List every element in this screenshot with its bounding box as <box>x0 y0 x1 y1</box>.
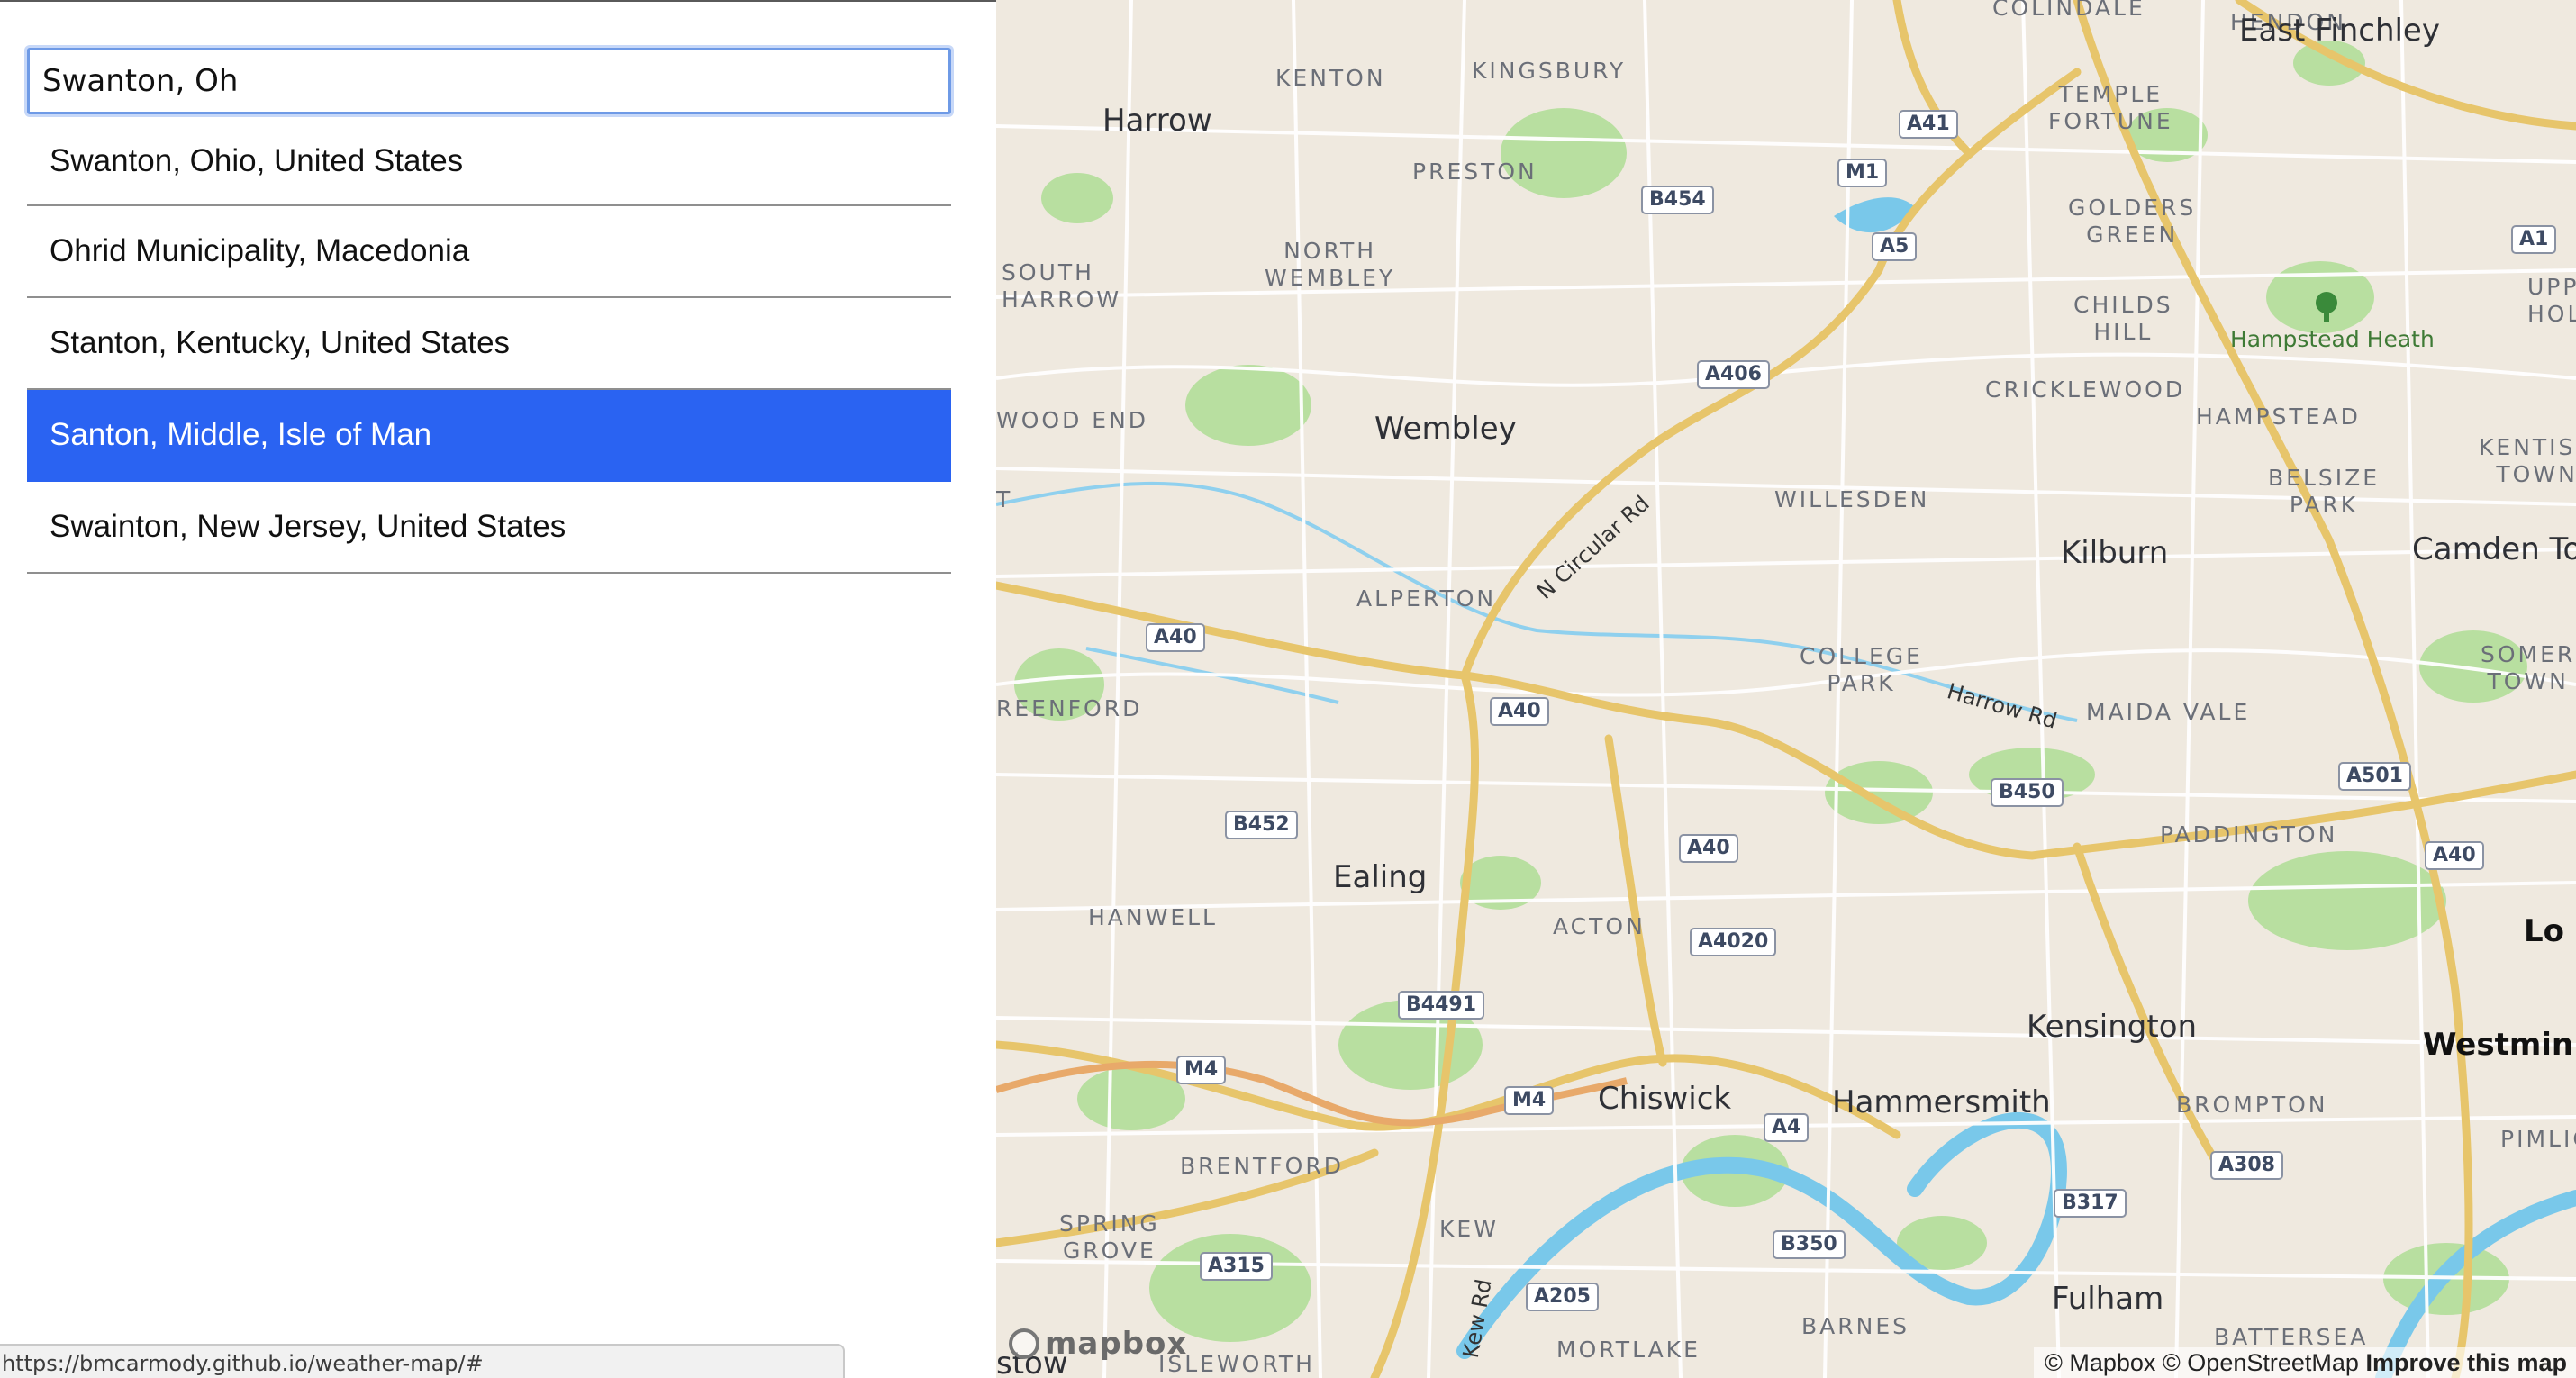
place-chiswick: Chiswick <box>1598 1081 1732 1117</box>
place-cricklewood: CRICKLEWOOD <box>1985 376 2186 403</box>
map-attribution: © Mapbox © OpenStreetMap Improve this ma… <box>2033 1347 2576 1378</box>
shield-a308: A308 <box>2210 1151 2283 1180</box>
place-hampstead-heath: Hampstead Heath <box>2230 326 2435 352</box>
shield-b452: B452 <box>1225 811 1298 839</box>
place-temple-fortune: TEMPLE FORTUNE <box>2048 81 2173 134</box>
shield-a40-far: A40 <box>2425 841 2484 870</box>
place-belsize-park: BELSIZE PARK <box>2268 465 2381 518</box>
search-panel: Swanton, Ohio, United States Ohrid Munic… <box>0 0 996 1378</box>
place-east-finchley: East Finchley <box>2239 13 2440 49</box>
place-hampstead: HAMPSTEAD <box>2196 403 2361 430</box>
place-ealing: Ealing <box>1333 859 1428 895</box>
place-upper-holloway: UPPE HOLLO <box>2527 274 2576 327</box>
place-barnes: BARNES <box>1801 1313 1909 1339</box>
place-pimlico: PIMLICO <box>2500 1126 2576 1152</box>
place-fulham: Fulham <box>2052 1281 2164 1317</box>
shield-a41: A41 <box>1899 110 1958 139</box>
place-kew: KEW <box>1439 1216 1499 1242</box>
place-spring-grove: SPRING GROVE <box>1059 1210 1160 1264</box>
shield-m1: M1 <box>1837 159 1888 187</box>
location-search-input[interactable] <box>27 48 951 114</box>
shield-a501: A501 <box>2338 762 2411 791</box>
shield-a40-mid: A40 <box>1490 697 1549 726</box>
place-kenton: KENTON <box>1275 65 1386 91</box>
place-camden-town: Camden To <box>2412 531 2576 567</box>
result-item-santon-isle-of-man[interactable]: Santon, Middle, Isle of Man <box>27 390 951 482</box>
place-westminster: Westmin <box>2423 1027 2574 1063</box>
shield-b450: B450 <box>1991 778 2064 807</box>
shield-b454: B454 <box>1641 186 1714 214</box>
place-wood-end: WOOD END <box>996 407 1149 433</box>
shield-a4: A4 <box>1764 1113 1810 1142</box>
place-mortlake: MORTLAKE <box>1556 1337 1701 1363</box>
mapbox-logo[interactable]: mapbox <box>1009 1326 1187 1362</box>
place-colindale: COLINDALE <box>1992 0 2145 21</box>
result-item-stanton-kentucky[interactable]: Stanton, Kentucky, United States <box>27 298 951 390</box>
result-item-swanton-ohio[interactable]: Swanton, Ohio, United States <box>27 117 951 206</box>
place-childs-hill: CHILDS HILL <box>2073 292 2173 345</box>
place-kentish-town: KENTISH TOWN <box>2479 434 2576 487</box>
improve-map-link[interactable]: Improve this map <box>2365 1349 2567 1376</box>
search-results-list: Swanton, Ohio, United States Ohrid Munic… <box>27 117 951 574</box>
place-kilburn: Kilburn <box>2061 535 2169 571</box>
place-preston: PRESTON <box>1412 159 1537 185</box>
shield-a315: A315 <box>1200 1252 1273 1281</box>
place-college-park: COLLEGE PARK <box>1800 643 1923 696</box>
shield-a40-east: A40 <box>1679 834 1738 863</box>
place-hammersmith: Hammersmith <box>1832 1084 2051 1120</box>
map-view[interactable]: COLINDALE HENDON East Finchley KENTON KI… <box>996 0 2576 1378</box>
place-greenford: REENFORD <box>996 695 1143 721</box>
place-somers-town: SOMER TOWN <box>2481 641 2576 694</box>
place-alperton: ALPERTON <box>1356 585 1497 612</box>
mapbox-logo-text: mapbox <box>1045 1326 1188 1362</box>
place-willesden: WILLESDEN <box>1774 486 1930 512</box>
place-north-wembley: NORTH WEMBLEY <box>1265 238 1396 291</box>
place-paddington: PADDINGTON <box>2160 821 2338 848</box>
shield-a205: A205 <box>1526 1283 1599 1311</box>
shield-b317: B317 <box>2054 1189 2127 1218</box>
attribution-mapbox-link[interactable]: © Mapbox <box>2045 1349 2155 1376</box>
shield-a4020: A4020 <box>1690 928 1777 956</box>
shield-a406: A406 <box>1697 360 1770 389</box>
place-maida-vale: MAIDA VALE <box>2086 699 2251 725</box>
shield-m4-east: M4 <box>1504 1086 1555 1115</box>
place-edge-t: T <box>996 486 1013 512</box>
place-kingsbury: KINGSBURY <box>1472 58 1627 84</box>
place-acton: ACTON <box>1553 913 1646 939</box>
shield-m4-west: M4 <box>1176 1056 1227 1084</box>
place-kensington: Kensington <box>2027 1009 2198 1045</box>
place-wembley: Wembley <box>1374 411 1517 447</box>
shield-a1: A1 <box>2511 225 2557 254</box>
result-item-swainton-new-jersey[interactable]: Swainton, New Jersey, United States <box>27 482 951 574</box>
shield-b350: B350 <box>1773 1230 1846 1259</box>
place-london: Lo <box>2524 913 2565 949</box>
place-golders-green: GOLDERS GREEN <box>2068 195 2197 248</box>
shield-a5: A5 <box>1872 232 1918 261</box>
place-harrow: Harrow <box>1102 103 1212 139</box>
place-hanwell: HANWELL <box>1088 904 1218 930</box>
place-brompton: BROMPTON <box>2176 1092 2328 1118</box>
result-item-ohrid[interactable]: Ohrid Municipality, Macedonia <box>27 206 951 298</box>
status-bar-url: https://bmcarmody.github.io/weather-map/… <box>0 1344 845 1378</box>
mapbox-logo-icon <box>1009 1328 1039 1359</box>
shield-b4491: B4491 <box>1398 991 1484 1020</box>
attribution-osm-link[interactable]: © OpenStreetMap <box>2163 1349 2359 1376</box>
place-south-harrow: SOUTH HARROW <box>1002 259 1122 313</box>
place-brentford: BRENTFORD <box>1180 1153 1344 1179</box>
shield-a40-west: A40 <box>1146 623 1205 652</box>
